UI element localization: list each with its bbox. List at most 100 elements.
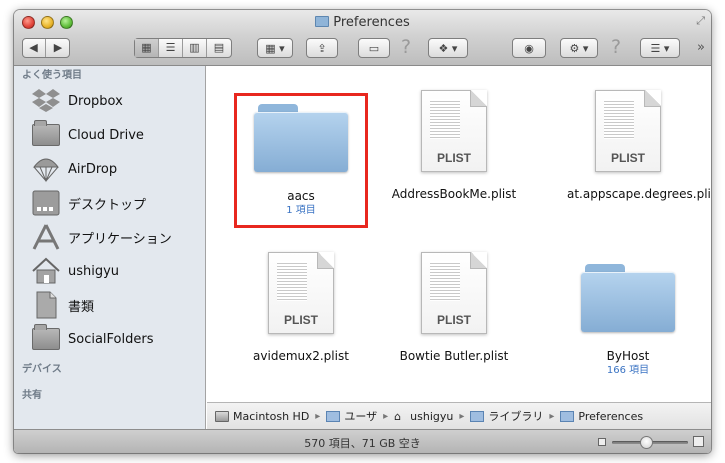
- path-separator-icon: ▸: [549, 410, 555, 422]
- path-separator-icon: ▸: [383, 410, 389, 422]
- file-item-appscape-degrees[interactable]: PLIST at.appscape.degrees.plist: [553, 90, 711, 202]
- folder-icon: [254, 104, 348, 172]
- sidebar-item-label: 書類: [68, 299, 95, 315]
- path-segment-library[interactable]: ライブラリ: [470, 408, 543, 424]
- sidebar-item-desktop[interactable]: デスクトップ: [14, 186, 205, 220]
- folder-icon: [315, 16, 330, 27]
- desktop-icon: [30, 188, 62, 218]
- sidebar-item-label: アプリケーション: [68, 231, 172, 247]
- path-label: Macintosh HD: [233, 409, 310, 423]
- plist-file-icon: PLIST: [268, 252, 334, 334]
- path-label: ユーザ: [344, 410, 378, 423]
- file-item-addressbookme[interactable]: PLIST AddressBookMe.plist: [379, 90, 529, 202]
- coverflow-view-button[interactable]: ▤: [207, 39, 231, 57]
- dropbox-menu-button[interactable]: ❖ ▾: [428, 38, 468, 58]
- folder-icon: [326, 410, 341, 422]
- file-type-tag: PLIST: [436, 151, 471, 165]
- window-title: Preferences: [14, 15, 711, 30]
- column-view-button[interactable]: ▥: [183, 39, 207, 57]
- home-icon: ⌂: [394, 409, 402, 423]
- airdrop-icon: [30, 154, 62, 184]
- sidebar-item-label: デスクトップ: [68, 197, 147, 213]
- path-segment-users[interactable]: ユーザ: [326, 408, 377, 424]
- documents-icon: [30, 290, 62, 320]
- file-name: aacs: [287, 189, 315, 203]
- file-item-aacs[interactable]: aacs 1 項目: [226, 104, 376, 217]
- more-toolbar-icon[interactable]: »: [697, 40, 705, 55]
- icon-view-button[interactable]: ▦: [135, 39, 159, 57]
- icon-size-slider[interactable]: [612, 436, 688, 449]
- sidebar-item-dropbox[interactable]: Dropbox: [14, 84, 205, 118]
- hard-disk-icon: [215, 410, 229, 422]
- window-title-text: Preferences: [333, 15, 410, 30]
- fullscreen-icon[interactable]: ⤢: [696, 14, 705, 28]
- sidebar: よく使う項目 Dropbox Cloud Drive AirDrop デスクトッ…: [14, 66, 206, 429]
- sidebar-item-label: AirDrop: [68, 161, 118, 177]
- path-menu-button[interactable]: ☰ ▾: [640, 38, 680, 58]
- sidebar-item-label: Cloud Drive: [68, 127, 144, 143]
- file-name: at.appscape.degrees.plist: [567, 187, 711, 201]
- sidebar-item-cloud-drive[interactable]: Cloud Drive: [14, 118, 205, 152]
- finder-window: Preferences ⤢ ◀ ▶ ▦ ☰ ▥ ▤ ▦ ▾ ⇪ ▭ ? ❖ ▾ …: [14, 10, 711, 453]
- item-count: 1 項目: [286, 205, 316, 216]
- plist-file-icon: PLIST: [421, 252, 487, 334]
- applications-icon: [30, 222, 62, 252]
- folder-icon: [30, 120, 62, 150]
- large-icon-size-icon: [693, 436, 704, 447]
- path-segment-preferences[interactable]: Preferences: [560, 410, 643, 423]
- sidebar-item-airdrop[interactable]: AirDrop: [14, 152, 205, 186]
- path-separator-icon: ▸: [459, 410, 465, 422]
- file-name: ByHost: [606, 349, 650, 363]
- plist-file-icon: PLIST: [595, 90, 661, 172]
- folder-icon: [581, 264, 675, 332]
- file-name: AddressBookMe.plist: [391, 187, 517, 201]
- home-icon: [30, 256, 62, 286]
- path-label: Preferences: [578, 409, 644, 423]
- sidebar-item-label: Dropbox: [68, 93, 123, 109]
- file-type-tag: PLIST: [610, 151, 645, 165]
- help-icon: ?: [611, 36, 622, 58]
- file-name: Bowtie Butler.plist: [399, 349, 509, 363]
- status-bar: 570 項目、71 GB 空き: [14, 429, 711, 453]
- file-name: avidemux2.plist: [253, 349, 349, 363]
- file-item-byhost[interactable]: ByHost 166 項目: [553, 264, 703, 377]
- sidebar-header-devices[interactable]: デバイス: [14, 362, 205, 378]
- file-item-bowtie-butler[interactable]: PLIST Bowtie Butler.plist: [379, 252, 529, 364]
- sidebar-item-documents[interactable]: 書類: [14, 288, 205, 322]
- help-icon: ?: [401, 36, 412, 58]
- title-toolbar: Preferences ⤢ ◀ ▶ ▦ ☰ ▥ ▤ ▦ ▾ ⇪ ▭ ? ❖ ▾ …: [14, 10, 711, 66]
- action-gear-button[interactable]: ⚙ ▾: [560, 38, 598, 58]
- sidebar-header-shared[interactable]: 共有: [14, 388, 205, 404]
- view-mode-buttons: ▦ ☰ ▥ ▤: [134, 38, 232, 58]
- arrange-button[interactable]: ▦ ▾: [257, 38, 293, 58]
- path-segment-home[interactable]: ⌂ ushigyu: [394, 410, 453, 423]
- plist-file-icon: PLIST: [421, 90, 487, 172]
- share-button[interactable]: ⇪: [306, 38, 338, 58]
- file-type-tag: PLIST: [283, 313, 318, 327]
- tag-button[interactable]: ▭: [358, 38, 390, 58]
- back-forward-buttons: ◀ ▶: [22, 38, 70, 58]
- sidebar-item-applications[interactable]: アプリケーション: [14, 220, 205, 254]
- dropbox-icon: [30, 86, 62, 116]
- item-count: 166 項目: [606, 365, 650, 376]
- list-view-button[interactable]: ☰: [159, 39, 183, 57]
- file-grid: aacs 1 項目 PLIST AddressBookMe.plist PLIS…: [207, 66, 711, 402]
- path-bar: Macintosh HD ▸ ユーザ ▸ ⌂ ushigyu ▸ ライブラリ ▸ …: [207, 402, 711, 429]
- quicklook-button[interactable]: ◉: [512, 38, 546, 58]
- back-button[interactable]: ◀: [22, 39, 46, 57]
- path-separator-icon: ▸: [315, 410, 321, 422]
- file-item-avidemux2[interactable]: PLIST avidemux2.plist: [226, 252, 376, 364]
- path-segment-macintosh-hd[interactable]: Macintosh HD: [215, 410, 309, 423]
- folder-icon: [560, 410, 575, 422]
- forward-button[interactable]: ▶: [46, 39, 70, 57]
- path-label: ライブラリ: [488, 410, 544, 423]
- path-label: ushigyu: [410, 409, 454, 423]
- folder-icon: [470, 410, 485, 422]
- sidebar-item-home[interactable]: ushigyu: [14, 254, 205, 288]
- small-icon-size-icon: [598, 438, 606, 446]
- sidebar-item-label: SocialFolders: [68, 331, 154, 347]
- file-type-tag: PLIST: [436, 313, 471, 327]
- folder-icon: [30, 324, 62, 354]
- sidebar-item-socialfolders[interactable]: SocialFolders: [14, 322, 205, 356]
- sidebar-header-favorites: よく使う項目: [22, 70, 82, 81]
